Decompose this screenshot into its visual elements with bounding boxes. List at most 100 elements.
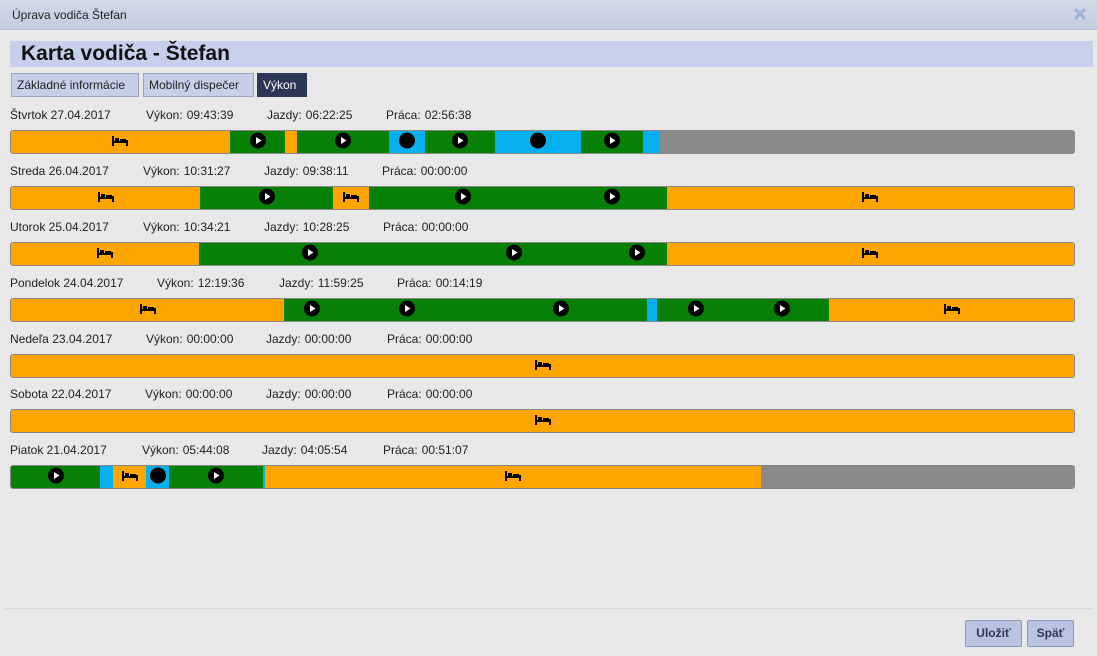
timeline-segment-rest[interactable] [829,299,1074,321]
jazdy-time: 04:05:54 [300,443,348,457]
window-titlebar: Úprava vodiča Štefan [0,0,1097,30]
close-icon[interactable] [1073,7,1087,21]
jazdy-time: 09:38:11 [302,164,349,178]
play-icon [208,467,225,487]
timeline-segment-drive[interactable] [607,243,667,265]
jazdy-time: 00:00:00 [304,387,352,401]
vykon-label: Výkon: [143,220,180,234]
timeline-segment-rest[interactable] [11,187,201,209]
activity-timeline [10,130,1075,154]
vykon-time: 12:19:36 [197,276,245,290]
play-icon [399,300,416,320]
timeline-segment-drive[interactable] [424,131,495,153]
timeline-segment-rest[interactable] [11,299,285,321]
praca-time: 02:56:38 [424,108,472,122]
timeline-segment-drive[interactable] [475,299,647,321]
work-dot-icon [149,467,166,487]
timeline-segment-rest[interactable] [11,410,1074,432]
back-button[interactable]: Späť [1027,620,1074,647]
vykon-time: 05:44:08 [182,443,230,457]
praca-value: Práca: 00:00:00 [387,332,472,346]
work-dot-icon [398,132,415,152]
jazdy-value: Jazdy: 10:28:25 [264,220,349,234]
day-row: Streda 26.04.2017 Výkon: 10:31:27 Jazdy: 09:… [10,164,1075,212]
timeline-segment-drive[interactable] [556,187,667,209]
timeline-segment-drive[interactable] [169,466,263,488]
play-icon [687,300,704,320]
timeline-segment-drive[interactable] [229,131,286,153]
tab-zakladne-informacie[interactable]: Základné informácie [11,73,139,97]
vykon-label: Výkon: [146,332,183,346]
timeline-segment-drive[interactable] [733,299,830,321]
praca-label: Práca: [397,276,432,290]
timeline-segment-drive[interactable] [199,243,422,265]
bed-icon [862,191,879,205]
timeline-segment-drive[interactable] [284,299,340,321]
play-icon [553,300,570,320]
day-date: Utorok 25.04.2017 [10,220,109,234]
praca-value: Práca: 00:00:00 [387,387,472,401]
vykon-value: Výkon: 10:31:27 [143,164,230,178]
timeline-segment-drive[interactable] [580,131,644,153]
activity-timeline [10,186,1075,210]
play-icon [604,132,621,152]
bed-icon [112,135,129,149]
activity-timeline [10,242,1075,266]
timeline-segment-rest[interactable] [666,187,1074,209]
timeline-segment-drive[interactable] [657,299,734,321]
praca-value: Práca: 00:14:19 [397,276,482,290]
praca-label: Práca: [387,387,422,401]
timeline-segment-drive[interactable] [421,243,608,265]
timeline-segment-drive[interactable] [296,131,390,153]
timeline-segment-rest[interactable] [11,355,1074,377]
timeline-segment-work[interactable] [643,131,661,153]
praca-label: Práca: [387,332,422,346]
jazdy-label: Jazdy: [264,164,299,178]
praca-time: 00:00:00 [420,164,468,178]
timeline-segment-work[interactable] [646,299,658,321]
timeline-segment-rest[interactable] [333,187,370,209]
timeline-segment-rest[interactable] [285,131,297,153]
timeline-segment-none[interactable] [761,466,1074,488]
timeline-segment-work[interactable] [494,131,581,153]
day-row: Nedeľa 23.04.2017 Výkon: 00:00:00 Jazdy: 00:… [10,332,1075,380]
day-date: Piatok 21.04.2017 [10,443,107,457]
jazdy-time: 00:00:00 [304,332,352,346]
praca-label: Práca: [383,220,418,234]
save-button[interactable]: Uložiť [965,620,1022,647]
bed-icon [343,191,360,205]
tab-vykon[interactable]: Výkon [257,73,307,97]
praca-time: 00:00:00 [425,332,473,346]
timeline-segment-drive[interactable] [339,299,476,321]
timeline-segment-rest[interactable] [265,466,762,488]
timeline-segment-none[interactable] [660,131,1074,153]
timeline-segment-work[interactable] [389,131,425,153]
jazdy-time: 10:28:25 [302,220,350,234]
timeline-segment-drive[interactable] [369,187,557,209]
play-icon [302,244,319,264]
bed-icon [121,470,138,484]
praca-time: 00:51:07 [421,443,469,457]
footer-divider [5,608,1092,609]
jazdy-value: Jazdy: 04:05:54 [262,443,347,457]
jazdy-label: Jazdy: [266,387,301,401]
vykon-label: Výkon: [142,443,179,457]
timeline-segment-drive[interactable] [200,187,334,209]
timeline-segment-work[interactable] [100,466,114,488]
vykon-value: Výkon: 10:34:21 [143,220,230,234]
tab-mobilny-dispecer[interactable]: Mobilný dispečer [143,73,254,97]
timeline-segment-rest[interactable] [11,243,200,265]
page-header: Karta vodiča - Štefan [10,41,1093,67]
timeline-segment-drive[interactable] [11,466,101,488]
play-icon [629,244,646,264]
timeline-segment-rest[interactable] [11,131,230,153]
praca-label: Práca: [383,443,418,457]
play-icon [773,300,790,320]
vykon-value: Výkon: 00:00:00 [146,332,233,346]
timeline-segment-rest[interactable] [113,466,146,488]
timeline-segment-work[interactable] [146,466,170,488]
praca-value: Práca: 00:00:00 [383,220,468,234]
vykon-label: Výkon: [143,164,180,178]
vykon-time: 10:31:27 [183,164,231,178]
timeline-segment-rest[interactable] [666,243,1074,265]
